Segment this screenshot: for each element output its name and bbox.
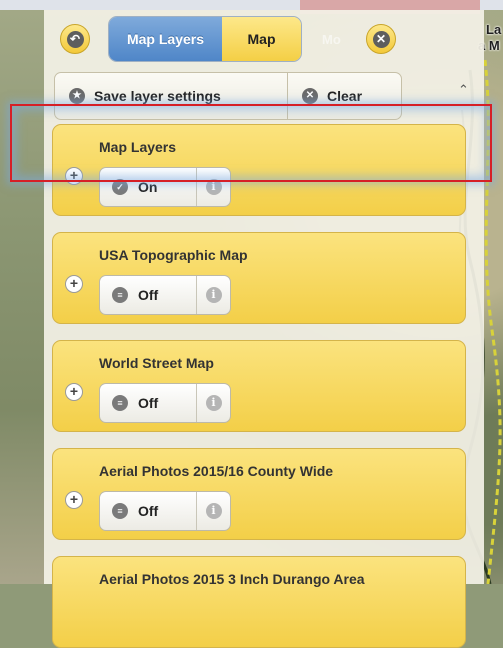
layer-state-button[interactable]: ≡ Off [100, 492, 197, 530]
close-icon: ✕ [372, 30, 390, 48]
layer-card-aerial-county: Aerial Photos 2015/16 County Wide + ≡ Of… [52, 448, 466, 540]
layers-panel: ↶ Map Layers Map Mo ✕ ★ Save layer setti… [44, 10, 484, 648]
info-icon: i [205, 395, 222, 411]
layer-title: Aerial Photos 2015 3 Inch Durango Area [99, 571, 365, 587]
layer-title: World Street Map [99, 355, 214, 371]
layer-info-button[interactable]: i [197, 384, 230, 422]
layer-toggle: ✓ On i [99, 167, 231, 207]
clear-label: Clear [327, 88, 363, 104]
back-button[interactable]: ↶ [60, 24, 90, 54]
layer-state-label: Off [138, 503, 159, 519]
layer-state-label: Off [138, 287, 159, 303]
layer-card-map-layers: Map Layers + ✓ On i [52, 124, 466, 216]
layer-toggle: ≡ Off i [99, 491, 231, 531]
layer-title: Map Layers [99, 139, 177, 155]
info-icon: i [205, 179, 222, 195]
ghost-label: Mo [322, 32, 341, 47]
expand-plus-icon[interactable]: + [65, 383, 83, 401]
layer-info-button[interactable]: i [197, 276, 230, 314]
expand-plus-icon[interactable]: + [65, 491, 83, 509]
layer-info-button[interactable]: i [197, 168, 230, 206]
star-icon: ★ [69, 88, 85, 104]
panel-header: ↶ Map Layers Map Mo ✕ [44, 10, 484, 70]
clear-button[interactable]: ✕ Clear [287, 73, 401, 119]
layer-toggle: ≡ Off i [99, 383, 231, 423]
layer-state-label: Off [138, 395, 159, 411]
layer-card-usa-topographic: USA Topographic Map + ≡ Off i [52, 232, 466, 324]
info-icon: i [205, 287, 222, 303]
expand-plus-icon[interactable]: + [65, 167, 83, 185]
close-button[interactable]: ✕ [366, 24, 396, 54]
layer-toolbar: ★ Save layer settings ✕ Clear [54, 72, 402, 120]
layer-card-world-street: World Street Map + ≡ Off i [52, 340, 466, 432]
layer-title: USA Topographic Map [99, 247, 248, 263]
expand-plus-icon[interactable]: + [65, 275, 83, 293]
layer-state-button[interactable]: ≡ Off [100, 384, 197, 422]
check-icon: ✓ [112, 179, 128, 195]
save-label: Save layer settings [94, 88, 221, 104]
tab-map-layers[interactable]: Map Layers [109, 17, 222, 61]
minus-icon: ≡ [112, 395, 128, 411]
info-icon: i [205, 503, 222, 519]
map-place-label: La [486, 22, 502, 37]
layer-state-button[interactable]: ✓ On [100, 168, 197, 206]
save-layer-settings-button[interactable]: ★ Save layer settings [55, 73, 287, 119]
layer-state-label: On [138, 179, 158, 195]
layer-info-button[interactable]: i [197, 492, 230, 530]
back-arrow-icon: ↶ [66, 30, 84, 48]
clear-icon: ✕ [302, 88, 318, 104]
layer-toggle: ≡ Off i [99, 275, 231, 315]
tab-map[interactable]: Map [222, 17, 301, 61]
layer-state-button[interactable]: ≡ Off [100, 276, 197, 314]
layer-title: Aerial Photos 2015/16 County Wide [99, 463, 334, 479]
minus-icon: ≡ [112, 503, 128, 519]
minus-icon: ≡ [112, 287, 128, 303]
layer-card-aerial-durango: Aerial Photos 2015 3 Inch Durango Area [52, 556, 466, 648]
scroll-up-arrow[interactable]: ⌃ [458, 82, 469, 98]
view-switcher: Map Layers Map [108, 16, 302, 62]
